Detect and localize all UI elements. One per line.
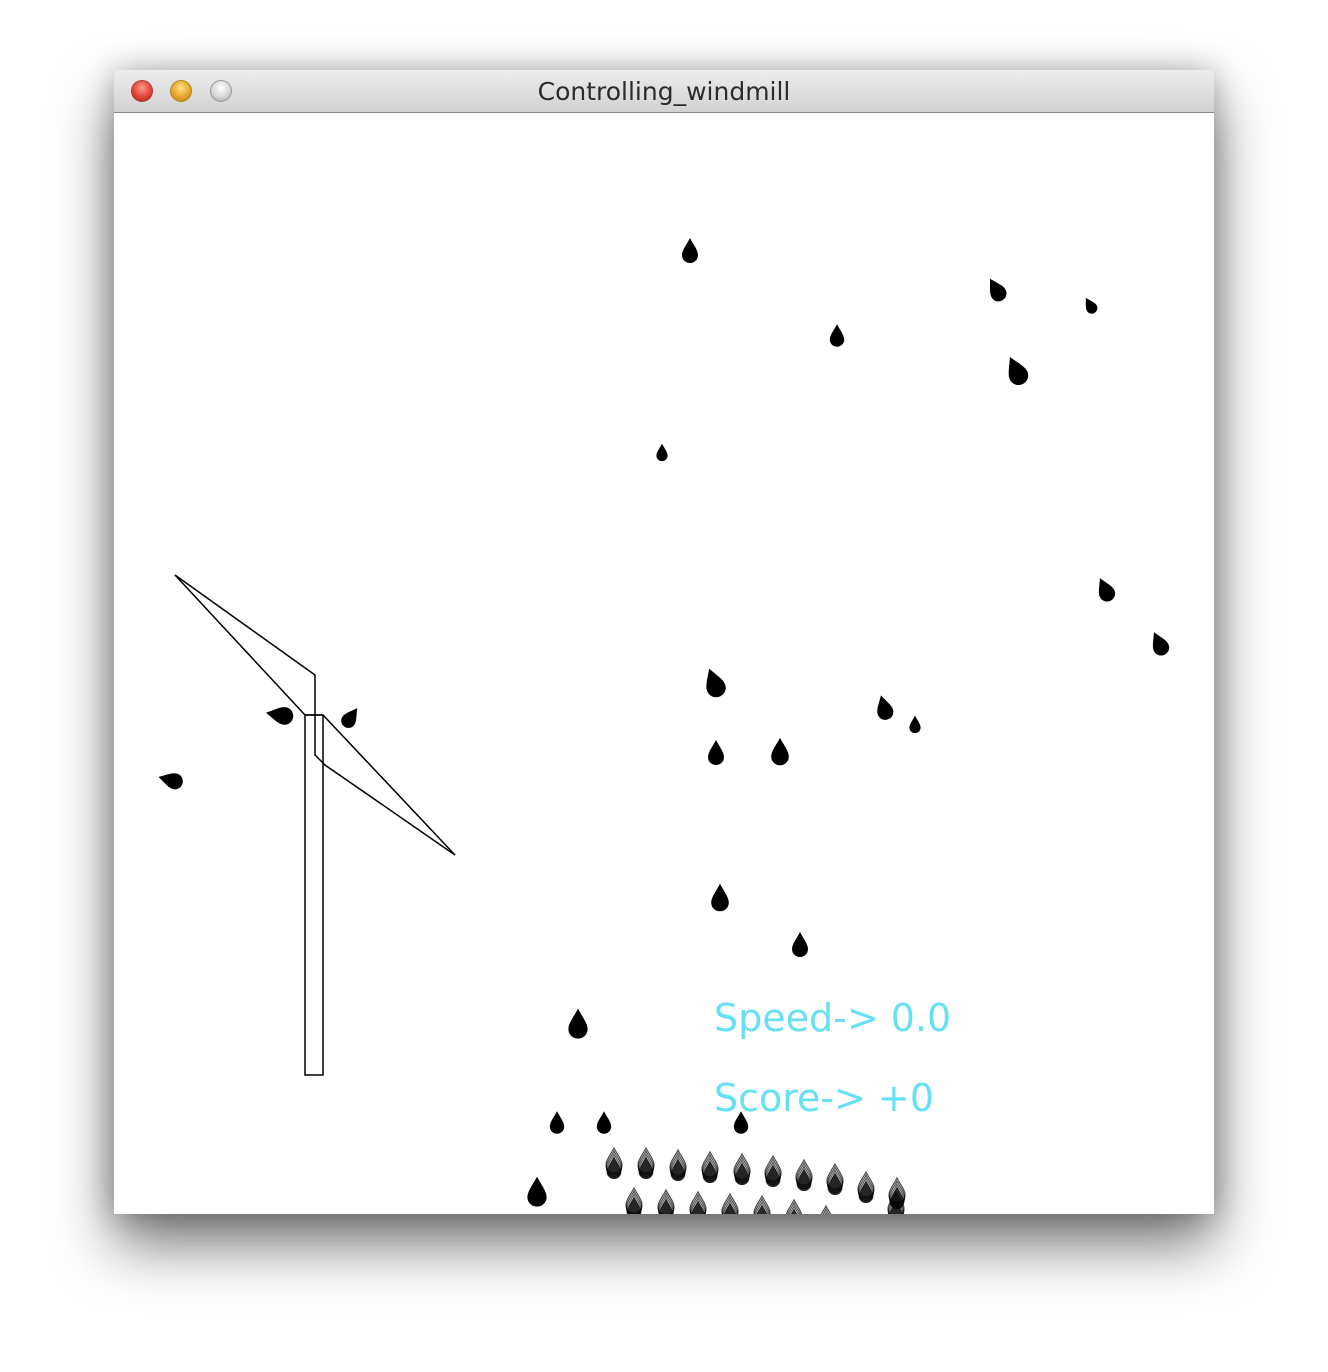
raindrop [706,668,726,698]
windmill-blade-upper [174,574,316,716]
raindrop [341,708,358,728]
raindrop [266,707,294,725]
raindrop [682,238,698,263]
raindrop [568,1008,588,1039]
windmill-tower [304,714,324,1076]
score-readout: Score-> +0 [714,1076,935,1120]
raindrop [877,695,894,720]
raindrop [708,740,724,765]
raindrop [1008,356,1029,386]
window-title: Controlling_windmill [537,77,791,106]
raindrop [656,443,668,462]
speed-readout: Speed-> 0.0 [714,996,952,1040]
game-scene [158,238,1170,1214]
raindrop [792,932,808,957]
windmill-blade-lower [314,714,456,856]
raindrop [1152,632,1170,656]
app-window: Controlling_windmill Speed-> 0.0 Score->… [114,70,1214,1214]
raindrop [158,773,183,790]
game-canvas[interactable]: Speed-> 0.0 Score-> +0 [114,114,1214,1214]
raindrop [549,1111,565,1134]
raindrop [596,1111,612,1134]
raindrop [1098,578,1116,602]
raindrop [909,715,921,734]
title-bar[interactable]: Controlling_windmill [114,70,1214,113]
windmill [174,574,456,1076]
raindrop [989,278,1007,302]
raindrop [527,1176,547,1207]
raindrop [771,737,789,766]
raindrop [1085,297,1098,314]
raindrop [829,324,845,347]
raindrop [711,883,729,912]
